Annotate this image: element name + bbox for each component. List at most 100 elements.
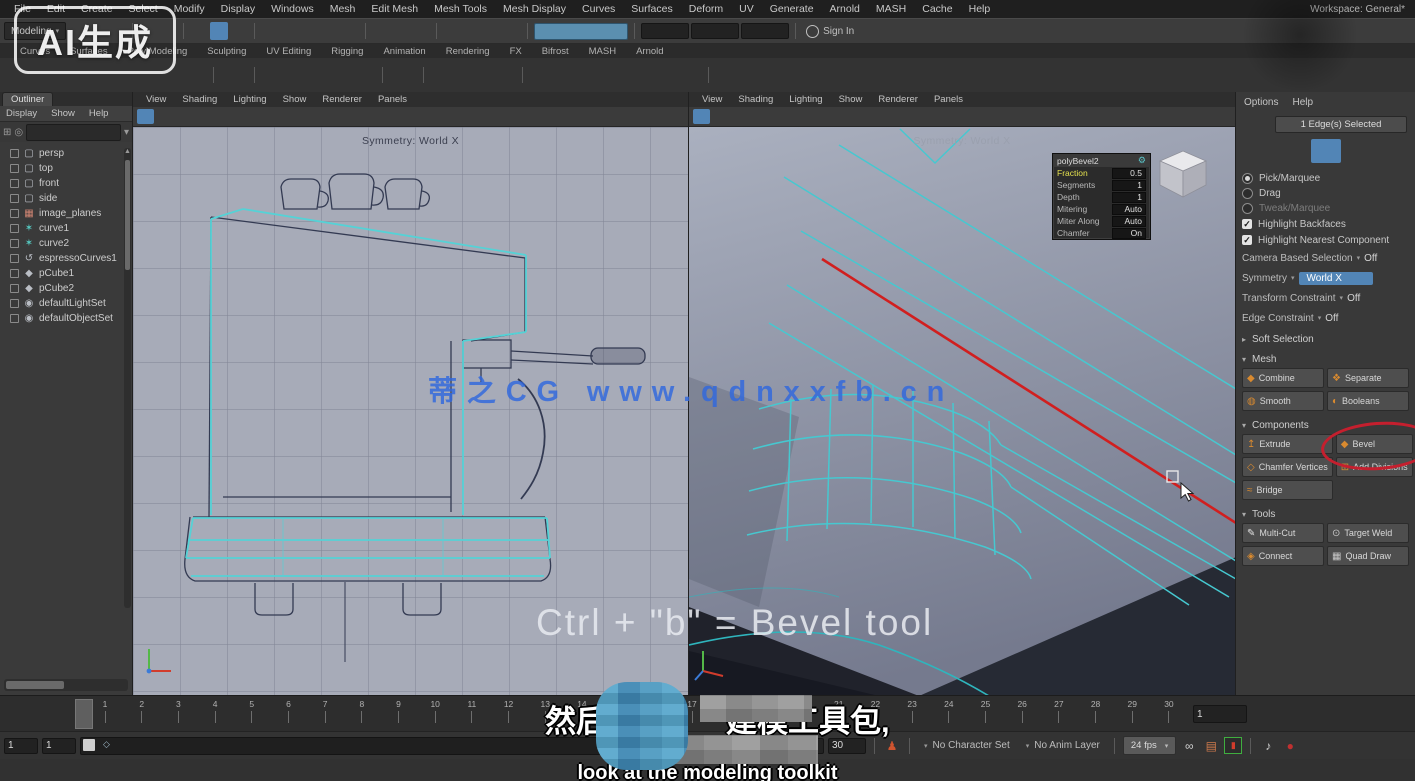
viewport-menu-item[interactable]: Lighting — [782, 94, 829, 105]
highlight-backfaces-checkbox[interactable]: ✓ Highlight Backfaces — [1242, 216, 1409, 232]
frame-tick[interactable]: 24 — [943, 699, 955, 732]
shelf-tab[interactable]: UV Editing — [256, 46, 321, 57]
auto-key-toggle[interactable]: ▮ — [1224, 737, 1242, 754]
extrude-icon[interactable] — [530, 62, 556, 88]
outliner-item[interactable]: ▢ persp — [10, 146, 132, 161]
outliner-menu-item[interactable]: Show — [45, 108, 81, 119]
outliner-item[interactable]: ◆ pCube2 — [10, 281, 132, 296]
shelf-tab[interactable]: Sculpting — [197, 46, 256, 57]
symmetrize-icon[interactable] — [431, 62, 457, 88]
toolkit-button[interactable]: ▦ Quad Draw — [1327, 546, 1409, 566]
node-editor-icon[interactable] — [774, 62, 800, 88]
bevel-hud-row[interactable]: Depth 1 — [1053, 191, 1150, 203]
frame-tick[interactable]: 11 — [466, 699, 478, 732]
quick-input-field[interactable] — [534, 23, 628, 40]
coord-y-field[interactable] — [691, 23, 739, 39]
face-mode-icon[interactable] — [1344, 139, 1374, 163]
select-camera-icon[interactable] — [693, 109, 710, 124]
boolean-icon[interactable] — [617, 62, 643, 88]
workspace-label[interactable]: Workspace: General* — [1310, 4, 1405, 15]
toolkit-button[interactable]: ⊙ Target Weld — [1327, 523, 1409, 543]
construction-history-icon[interactable] — [412, 22, 430, 40]
output-connections-icon[interactable] — [392, 22, 410, 40]
outliner-item[interactable]: ◉ defaultObjectSet — [10, 311, 132, 326]
tab-outliner[interactable]: Outliner — [2, 92, 53, 106]
film-gate-icon[interactable] — [175, 109, 192, 124]
outliner-item[interactable]: ↺ espressoCurves1 — [10, 251, 132, 266]
menu-item[interactable]: Cache — [914, 3, 960, 15]
bevel-param-value[interactable]: On — [1112, 228, 1146, 239]
shelf-tab[interactable]: FX — [500, 46, 532, 57]
shelf-tab[interactable]: Arnold — [626, 46, 673, 57]
menu-item[interactable]: Windows — [263, 3, 322, 15]
paint-select-icon[interactable] — [230, 22, 248, 40]
toolkit-button[interactable]: ✎ Multi-Cut — [1242, 523, 1324, 543]
poly-platonic-icon[interactable] — [180, 62, 206, 88]
symmetry-dropdown[interactable]: Symmetry ▾ World X — [1242, 268, 1409, 288]
go-to-start-button[interactable] — [1255, 704, 1277, 724]
viewport-menu-item[interactable]: Show — [276, 94, 314, 105]
edge-constraint-dropdown[interactable]: Edge Constraint ▾ Off — [1242, 308, 1409, 328]
visibility-box-icon[interactable] — [10, 179, 19, 188]
mirror-icon[interactable] — [460, 62, 486, 88]
sculpt-wave-icon[interactable] — [291, 62, 317, 88]
visibility-box-icon[interactable] — [10, 194, 19, 203]
shadows-icon[interactable] — [940, 109, 957, 124]
playblast-icon[interactable]: ▤ — [1202, 739, 1220, 753]
shaded-mode-icon[interactable] — [327, 109, 344, 124]
viewport-menu-item[interactable]: Renderer — [315, 94, 369, 105]
resolution-gate-icon[interactable] — [194, 109, 211, 124]
current-time-marker[interactable] — [75, 699, 93, 729]
frame-tick[interactable]: 27 — [1053, 699, 1065, 732]
frame-tick[interactable]: 1 — [99, 699, 111, 732]
xray-mode-icon[interactable] — [959, 109, 976, 124]
menu-item[interactable]: MASH — [868, 3, 914, 15]
coord-x-field[interactable] — [641, 23, 689, 39]
xray-icon[interactable] — [1367, 22, 1385, 40]
textured-mode-icon[interactable] — [346, 109, 363, 124]
film-gate-icon[interactable] — [731, 109, 748, 124]
frame-tick[interactable]: 3 — [172, 699, 184, 732]
bevel-shelf-icon[interactable] — [559, 62, 585, 88]
sculpt-tool-icon[interactable] — [221, 62, 247, 88]
transform-constraint-dropdown[interactable]: Transform Constraint ▾ Off — [1242, 288, 1409, 308]
frame-tick[interactable]: 10 — [429, 699, 441, 732]
fps-dropdown[interactable]: 24 fps ▾ — [1123, 736, 1176, 755]
viewport-menu-item[interactable]: Panels — [371, 94, 414, 105]
wireframe-mode-icon[interactable] — [864, 109, 881, 124]
menu-item[interactable]: Mesh Tools — [426, 3, 495, 15]
shaded-mode-icon[interactable] — [883, 109, 900, 124]
object-mode-icon[interactable] — [1244, 139, 1274, 163]
resolution-gate-icon[interactable] — [750, 109, 767, 124]
frame-tick[interactable]: 30 — [1163, 699, 1175, 732]
viewport-menu-item[interactable]: View — [139, 94, 173, 105]
shelf-tab[interactable]: MASH — [579, 46, 626, 57]
shelf-tab[interactable]: Rigging — [321, 46, 373, 57]
viewport-menu-item[interactable]: Shading — [731, 94, 780, 105]
menu-item[interactable]: UV — [731, 3, 762, 15]
select-tool-icon[interactable] — [190, 22, 208, 40]
visibility-box-icon[interactable] — [10, 224, 19, 233]
outliner-vertical-scrollbar[interactable]: ▲ — [124, 148, 131, 608]
svg-tool-icon[interactable] — [349, 62, 375, 88]
visibility-box-icon[interactable] — [10, 284, 19, 293]
safe-title-icon[interactable] — [270, 109, 287, 124]
toolkit-button[interactable]: ◍ Smooth — [1242, 391, 1324, 411]
frame-tick[interactable]: 26 — [1016, 699, 1028, 732]
grid-icon[interactable] — [712, 109, 729, 124]
pencil-curve-icon[interactable] — [716, 62, 742, 88]
outliner-item[interactable]: ▢ front — [10, 176, 132, 191]
gate-mask-icon[interactable] — [769, 109, 786, 124]
mesh-section-header[interactable]: ▾ Mesh — [1242, 350, 1409, 368]
toolkit-button[interactable]: ⊞ Add Divisions — [1336, 457, 1413, 477]
make-live-icon[interactable] — [341, 22, 359, 40]
go-to-end-button[interactable] — [1385, 704, 1407, 724]
visibility-box-icon[interactable] — [10, 314, 19, 323]
record-icon[interactable]: ● — [1281, 739, 1299, 753]
toolkit-button[interactable]: ◈ Connect — [1242, 546, 1324, 566]
render-frame-icon[interactable] — [443, 22, 461, 40]
lighting-icon[interactable] — [365, 109, 382, 124]
divider-icon[interactable] — [845, 109, 862, 124]
components-section-header[interactable]: ▾ Components — [1242, 416, 1409, 434]
menu-item[interactable]: Mesh — [322, 3, 364, 15]
